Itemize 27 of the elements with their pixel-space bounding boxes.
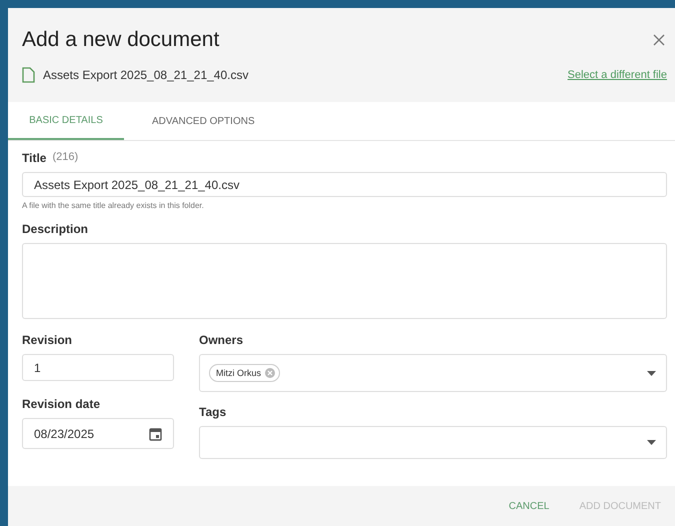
revision-field[interactable]: 1 xyxy=(22,354,174,381)
field-label: Title xyxy=(22,151,46,165)
field-label: Description xyxy=(22,222,90,236)
field-label: Tags xyxy=(199,405,228,419)
dialog-title: Add a new document xyxy=(22,28,220,52)
remove-icon[interactable] xyxy=(265,368,275,378)
tab[interactable]: ADVANCED OPTIONS xyxy=(130,102,277,140)
field-label: Revision date xyxy=(22,397,102,411)
field-label: Owners xyxy=(199,333,244,347)
caret-icon xyxy=(647,440,656,445)
file-name: Assets Export 2025_08_21_21_40.csv xyxy=(43,68,250,82)
tab[interactable]: BASIC DETAILS xyxy=(8,102,124,140)
field-hint: A file with the same title already exists in this folder. xyxy=(22,201,205,210)
owner-chip: Mitzi Orkus xyxy=(209,364,280,382)
owners-dropdown[interactable]: Mitzi Orkus xyxy=(199,354,667,392)
date-field[interactable]: 08/23/2025 xyxy=(22,418,174,449)
field-label: Revision xyxy=(22,333,74,347)
tags-dropdown[interactable] xyxy=(199,426,667,459)
cancel-button[interactable]: CANCEL xyxy=(508,496,550,516)
file-icon xyxy=(22,67,35,83)
select-file-link[interactable]: Select a different file xyxy=(568,69,667,81)
description-field[interactable] xyxy=(22,243,667,319)
caret-icon xyxy=(647,370,656,376)
title-field[interactable]: Assets Export 2025_08_21_21_40.csv xyxy=(22,172,667,197)
calendar-icon[interactable] xyxy=(149,426,162,440)
close-icon[interactable] xyxy=(653,34,665,46)
character-count: (216) xyxy=(52,151,78,165)
